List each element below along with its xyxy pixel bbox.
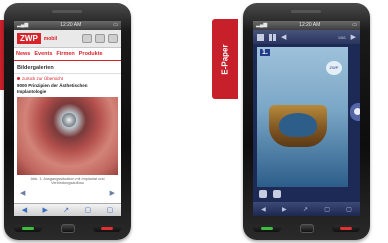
zoom-icon[interactable] [259, 190, 267, 198]
battery-icon: ▭ [113, 22, 118, 28]
browser-back-button[interactable]: ◀ [261, 206, 266, 213]
browser-back-button[interactable]: ◀ [22, 206, 27, 214]
site-logo-sub: mobil [43, 35, 58, 42]
contents-icon[interactable] [273, 190, 281, 198]
article-title: 9000 Prinzipien der Ästhetischen Implant… [17, 83, 88, 94]
gallery-photo[interactable] [17, 97, 118, 175]
next-page-icon[interactable]: ▶ [351, 34, 356, 41]
bookmarks-button[interactable]: ▢ [324, 206, 330, 213]
browser-forward-button[interactable]: ▶ [282, 206, 287, 213]
epaper-label-tab: E-Paper [212, 19, 238, 99]
nav-tab-firmen[interactable]: Firmen [56, 51, 74, 57]
phone-epaper: ▂▄▆ 12:20 AM ▭ ◀ 1/56 ▶ 1. ZWP ◀ ▶ ↗ ▢ ▢ [243, 3, 370, 240]
share-button[interactable]: ↗ [303, 206, 308, 213]
phone-screen: ▂▄▆ 12:20 AM ▭ ZWP mobil News Events Fir… [14, 21, 121, 216]
main-nav: News Events Firmen Produkte [14, 48, 121, 61]
phone-mobile-site: ▂▄▆ 12:20 AM ▭ ZWP mobil News Events Fir… [4, 3, 131, 240]
stage: ▂▄▆ 12:20 AM ▭ ZWP mobil News Events Fir… [0, 0, 388, 243]
page-title: Bildergalerien [14, 61, 121, 74]
speaker-grille [291, 10, 321, 13]
site-header: ZWP mobil [14, 30, 121, 48]
speaker-grille [52, 10, 82, 13]
phone-screen: ▂▄▆ 12:20 AM ▭ ◀ 1/56 ▶ 1. ZWP ◀ ▶ ↗ ▢ ▢ [253, 21, 360, 216]
gallery-pager: ◀ ▶ [14, 187, 121, 199]
bookmarks-button[interactable]: ▢ [85, 206, 92, 214]
hardware-buttons [253, 223, 360, 234]
hardware-buttons [14, 223, 121, 234]
status-time: 12:20 AM [299, 22, 321, 28]
status-time: 12:20 AM [60, 22, 82, 28]
signal-icon: ▂▄▆ [17, 22, 29, 28]
implant-detail [62, 113, 76, 127]
mail-icon[interactable] [82, 34, 92, 43]
prev-page-icon[interactable]: ◀ [281, 34, 286, 41]
magazine-page[interactable]: 1. ZWP [257, 47, 348, 187]
browser-forward-button[interactable]: ▶ [43, 206, 48, 214]
next-photo-button[interactable]: ▶ [110, 189, 115, 197]
nav-tab-news[interactable]: News [16, 51, 30, 57]
tabs-button[interactable]: ▢ [107, 206, 114, 214]
home-button[interactable] [60, 224, 75, 233]
epaper-label: E-Paper [220, 43, 230, 75]
share-button[interactable]: ↗ [63, 206, 69, 214]
browser-toolbar: ◀ ▶ ↗ ▢ ▢ [14, 203, 121, 216]
page-tools [253, 188, 360, 200]
prev-photo-button[interactable]: ◀ [20, 189, 25, 197]
page-logo: ZWP [326, 61, 342, 75]
dental-bridge-image [269, 105, 327, 147]
login-icon[interactable] [95, 34, 105, 43]
browser-toolbar: ◀ ▶ ↗ ▢ ▢ [253, 202, 360, 216]
signal-icon: ▂▄▆ [256, 22, 268, 28]
info-icon[interactable] [350, 103, 360, 121]
page-number: 1. [260, 49, 270, 56]
end-call-button[interactable] [93, 225, 121, 232]
menu-icon[interactable] [257, 33, 264, 41]
epaper-toolbar: ◀ 1/56 ▶ [253, 30, 360, 44]
site-logo[interactable]: ZWP [17, 33, 41, 44]
nav-tab-produkte[interactable]: Produkte [79, 51, 103, 57]
photo-caption: Abb. 1: Ausgangssituation mit Implantat … [30, 177, 105, 185]
call-button[interactable] [14, 225, 42, 232]
end-call-button[interactable] [332, 225, 360, 232]
nav-tab-events[interactable]: Events [34, 51, 52, 57]
back-to-overview-link[interactable]: zurück zur Übersicht [14, 74, 121, 82]
grid-icon[interactable] [269, 33, 276, 41]
search-icon[interactable] [108, 34, 118, 43]
call-button[interactable] [253, 225, 281, 232]
status-bar: ▂▄▆ 12:20 AM ▭ [14, 21, 121, 30]
page-counter: 1/56 [337, 34, 346, 40]
status-bar: ▂▄▆ 12:20 AM ▭ [253, 21, 360, 30]
home-button[interactable] [299, 224, 314, 233]
tabs-button[interactable]: ▢ [346, 206, 352, 213]
battery-icon: ▭ [352, 22, 357, 28]
